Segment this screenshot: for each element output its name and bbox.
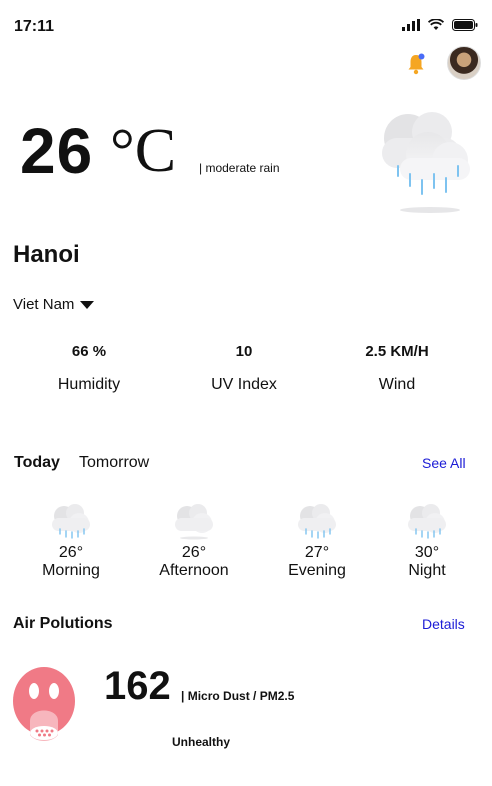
forecast-temp: 26° [181, 544, 207, 561]
aqi-type: | Micro Dust / PM2.5 [181, 689, 295, 703]
details-link[interactable]: Details [422, 616, 465, 632]
forecast-period: Evening [288, 562, 346, 579]
see-all-link[interactable]: See All [422, 455, 466, 471]
cloud-icon [175, 504, 213, 540]
stat-humidity: 66 % Humidity [19, 343, 159, 394]
rain-cloud-icon [408, 504, 446, 539]
air-pollution-title: Air Polutions [13, 615, 113, 632]
rain-cloud-icon [52, 504, 90, 539]
city-name: Hanoi [13, 241, 80, 268]
forecast-evening[interactable]: 27° Evening [267, 502, 367, 580]
forecast-night[interactable]: 30° Night [377, 502, 477, 580]
forecast-temp: 26° [58, 544, 84, 561]
forecast-period: Morning [42, 562, 100, 579]
rain-cloud-icon [298, 504, 336, 539]
stat-value: 66 % [71, 343, 107, 360]
stat-wind: 2.5 KM/H Wind [327, 343, 467, 394]
aqi-level: Unhealthy [172, 735, 231, 749]
country-selector[interactable]: Viet Nam [13, 296, 95, 313]
status-icons [402, 19, 478, 31]
forecast-temp: 27° [304, 544, 330, 561]
avatar[interactable] [447, 46, 481, 80]
temperature-value: 26 [20, 115, 94, 187]
weather-condition: | moderate rain [199, 161, 280, 175]
unhealthy-face-icon [13, 667, 75, 741]
stat-value: 10 [235, 343, 253, 360]
country-label: Viet Nam [13, 296, 75, 313]
status-time: 17:11 [14, 18, 55, 35]
tab-tomorrow[interactable]: Tomorrow [79, 454, 149, 472]
forecast-period: Afternoon [159, 562, 229, 579]
stat-label: Humidity [57, 376, 121, 393]
stat-uv-index: 10 UV Index [174, 343, 314, 394]
caret-down-icon [80, 301, 95, 309]
temperature-unit: °C [110, 117, 177, 185]
stat-value: 2.5 KM/H [365, 343, 429, 360]
notification-bell-icon[interactable] [404, 52, 428, 76]
tab-today[interactable]: Today [14, 454, 60, 472]
forecast-afternoon[interactable]: 26° Afternoon [144, 502, 244, 580]
forecast-period: Night [408, 562, 446, 579]
forecast-temp: 30° [414, 544, 440, 561]
aqi-value: 162 [104, 664, 171, 708]
rain-cloud-icon [382, 112, 470, 213]
battery-icon [452, 19, 478, 31]
forecast-morning[interactable]: 26° Morning [21, 502, 121, 580]
stat-label: UV Index [211, 376, 277, 393]
stat-label: Wind [378, 376, 416, 393]
wifi-icon [428, 19, 444, 30]
signal-icon [402, 19, 420, 31]
